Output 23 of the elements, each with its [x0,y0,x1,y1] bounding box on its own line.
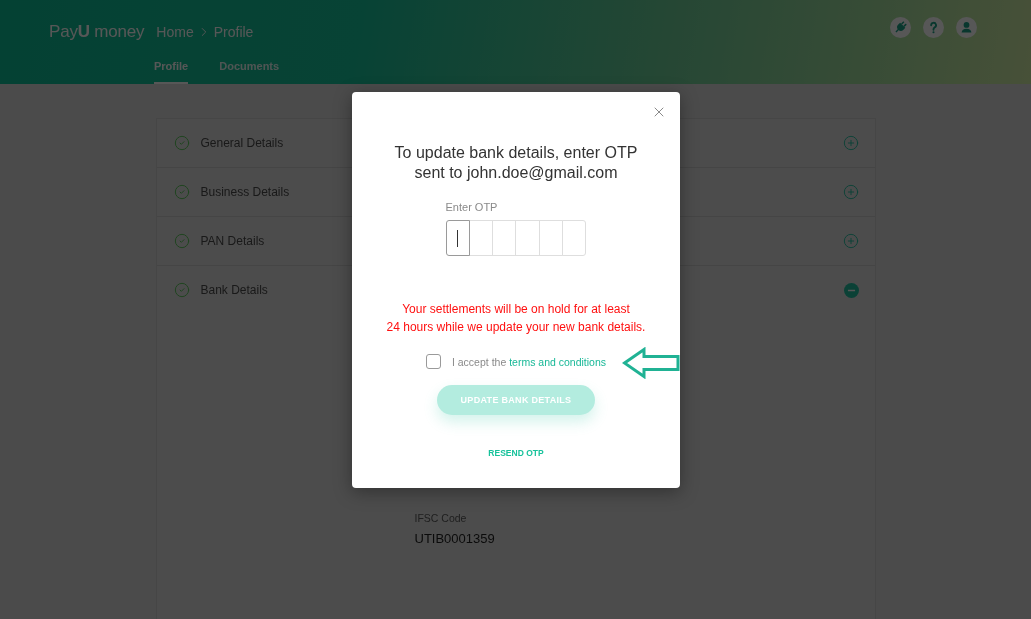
warning-text: Your settlements will be on hold for at least 24 hours while we update your new bank details. [386,301,646,336]
user-icon[interactable] [956,17,977,38]
terms-text: I accept the terms and conditions [451,355,607,368]
tab[interactable]: Profile [154,60,189,84]
breadcrumb-link[interactable]: Home [156,24,194,40]
logo: PayU money [49,22,145,42]
plus-icon[interactable] [842,233,859,249]
left-arrow-icon [622,347,680,379]
plus-icon[interactable] [842,184,859,200]
minus-icon[interactable] [843,282,859,298]
field-value: UTIB0001359 [414,531,495,547]
otp-digit-field[interactable] [445,220,470,256]
breadcrumb-current: Profile [213,24,254,40]
tab[interactable]: Documents [219,60,280,84]
terms-link[interactable]: terms and conditions [509,355,607,368]
dialog-title: To update bank details, enter OTP sent to john.doe@gmail.com [394,143,638,183]
help-icon[interactable] [923,17,944,38]
terms-checkbox[interactable] [425,354,441,369]
plus-icon[interactable] [842,135,859,151]
text-cursor-icon [456,229,459,247]
resend-otp-link[interactable]: RESEND OTP [488,448,544,458]
otp-label: Enter OTP [445,201,498,214]
plug-icon[interactable] [890,17,911,38]
